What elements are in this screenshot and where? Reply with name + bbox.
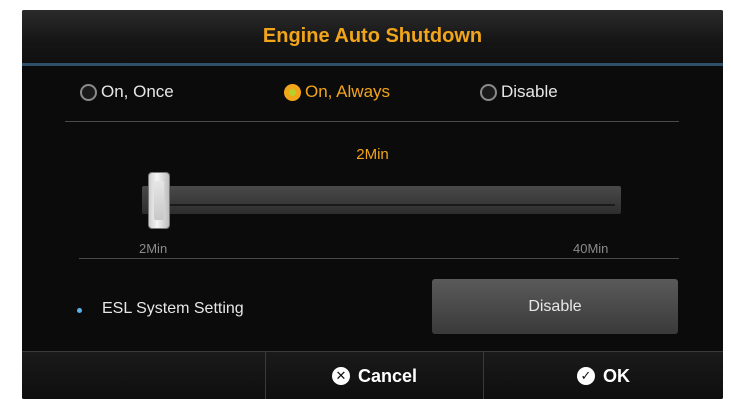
shutdown-time-slider-thumb[interactable] bbox=[148, 172, 170, 229]
dialog-title: Engine Auto Shutdown bbox=[262, 25, 483, 47]
esl-system-setting-label: ESL System Setting bbox=[102, 300, 244, 317]
radio-label-on-always: On, Always bbox=[305, 82, 391, 101]
bullet-icon bbox=[77, 308, 82, 313]
esl-disable-button[interactable]: Disable bbox=[432, 279, 678, 334]
shutdown-time-slider-track[interactable] bbox=[142, 186, 621, 214]
cancel-button[interactable]: ✕ Cancel bbox=[266, 352, 483, 399]
dialog-footer: ✕ Cancel ✓ OK bbox=[22, 351, 723, 399]
engine-auto-shutdown-dialog: Engine Auto Shutdown On, Once On, Always… bbox=[22, 10, 723, 399]
radio-unchecked-icon bbox=[80, 83, 97, 101]
slider-current-value: 2Min bbox=[356, 146, 389, 163]
divider bbox=[65, 121, 679, 122]
divider bbox=[79, 258, 679, 259]
radio-on-once[interactable]: On, Once bbox=[80, 82, 174, 102]
slider-max-label: 40Min bbox=[573, 241, 609, 256]
ok-button[interactable]: ✓ OK bbox=[484, 352, 723, 399]
ok-button-label: OK bbox=[603, 365, 630, 386]
check-circle-icon: ✓ bbox=[577, 367, 595, 385]
title-bar: Engine Auto Shutdown bbox=[22, 10, 723, 66]
x-circle-icon: ✕ bbox=[331, 367, 350, 385]
radio-disable[interactable]: Disable bbox=[480, 82, 558, 102]
radio-checked-icon bbox=[284, 83, 301, 101]
radio-on-always[interactable]: On, Always bbox=[284, 82, 390, 102]
radio-label-on-once: On, Once bbox=[101, 82, 174, 101]
shutdown-mode-options: On, Once On, Always Disable bbox=[22, 82, 723, 114]
cancel-button-label: Cancel bbox=[357, 365, 418, 386]
radio-unchecked-icon bbox=[480, 83, 497, 101]
radio-label-disable: Disable bbox=[501, 82, 558, 101]
slider-min-label: 2Min bbox=[139, 241, 168, 256]
